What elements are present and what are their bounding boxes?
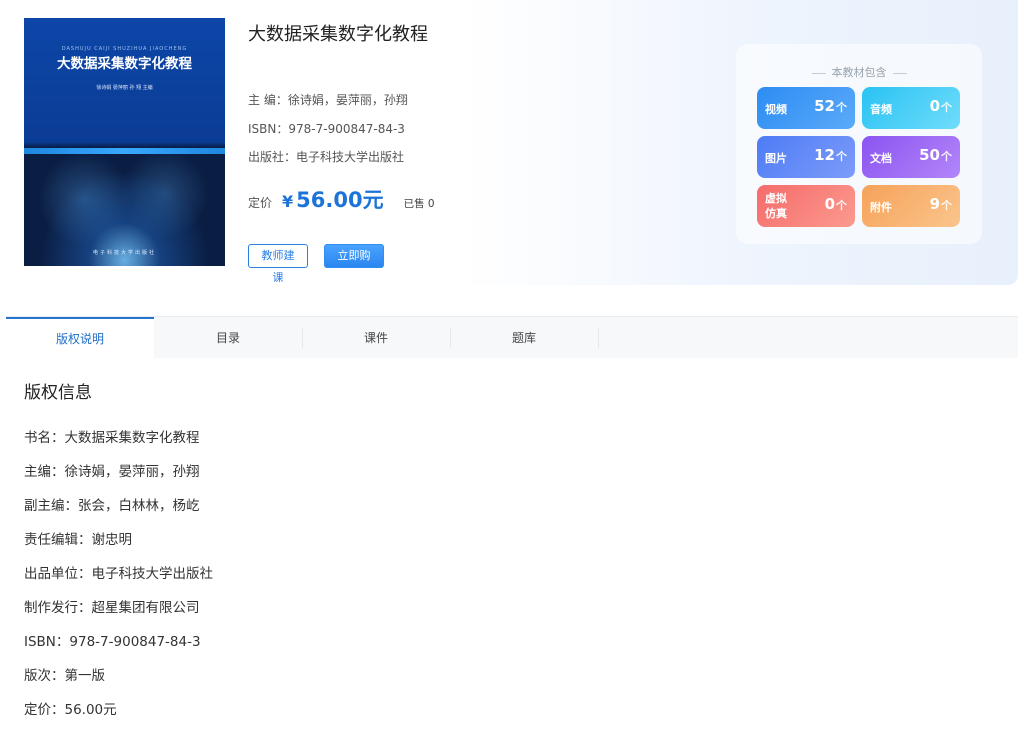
resource-attachment-tile[interactable]: 附件 9 个 [862,185,960,227]
copyright-heading: 版权信息 [24,383,92,403]
resource-unit: 个 [836,150,847,163]
price-label: 定价 [248,196,273,210]
info-responsible-editor: 责任编辑：谢忠明 [24,532,132,548]
book-cover-image[interactable]: DASHUJU CAIJI SHUZIHUA JIAOCHENG 大数据采集数字… [24,18,225,266]
sold-count: 已售 0 [403,198,435,210]
resources-panel: 本教材包含 视频 52 个 音频 0 个 图片 12 个 文档 50 个 虚拟仿… [736,44,982,244]
book-editors: 主 编：徐诗娟，晏萍丽，孙翔 [248,93,408,107]
tab-divider [598,328,599,348]
info-distributor: 制作发行：超星集团有限公司 [24,600,200,616]
tab-bar: 版权说明 目录 课件 题库 [6,316,1018,359]
resource-document-tile[interactable]: 文档 50 个 [862,136,960,178]
resource-count: 0 [824,195,835,213]
resource-video-tile[interactable]: 视频 52 个 [757,87,855,129]
resource-image-tile[interactable]: 图片 12 个 [757,136,855,178]
resource-label: 虚拟仿真 [765,192,787,220]
resource-count: 9 [929,195,940,213]
resource-unit: 个 [941,101,952,114]
info-editors: 主编：徐诗娟，晏萍丽，孙翔 [24,464,200,480]
tab-contents[interactable]: 目录 [154,317,302,359]
resource-unit: 个 [941,199,952,212]
info-book-name: 书名：大数据采集数字化教程 [24,430,200,446]
resource-label: 附件 [870,201,892,214]
resources-title: 本教材包含 [736,64,982,80]
resource-unit: 个 [836,199,847,212]
price-row: 定价 ¥ 56.00元 已售 0 [248,184,435,214]
resource-count: 0 [929,97,940,115]
info-edition: 版次：第一版 [24,668,105,684]
resource-label: 文档 [870,152,892,165]
resource-simulation-tile[interactable]: 虚拟仿真 0 个 [757,185,855,227]
tab-question-bank[interactable]: 题库 [450,317,598,359]
price-value: 56.00元 [296,188,384,212]
teacher-build-course-button[interactable]: 教师建课 [248,244,308,284]
info-producer: 出品单位：电子科技大学出版社 [24,566,213,582]
info-price: 定价：56.00元 [24,702,117,718]
copyright-panel: 版权信息 书名：大数据采集数字化教程 主编：徐诗娟，晏萍丽，孙翔 副主编：张会，… [6,358,1018,750]
info-isbn: ISBN：978-7-900847-84-3 [24,634,201,650]
book-header-card: DASHUJU CAIJI SHUZIHUA JIAOCHENG 大数据采集数字… [6,0,1018,285]
resource-label: 视频 [765,103,787,116]
book-isbn: ISBN：978-7-900847-84-3 [248,122,405,136]
info-deputy-editors: 副主编：张会，白林林，杨屹 [24,498,200,514]
book-publisher: 出版社：电子科技大学出版社 [248,150,405,164]
resource-count: 52 [814,97,835,115]
resource-count: 50 [919,146,940,164]
book-title: 大数据采集数字化教程 [248,24,428,45]
resource-label: 图片 [765,152,787,165]
tab-courseware[interactable]: 课件 [302,317,450,359]
cover-authors: 徐诗娟 晏萍丽 孙 翔 主编 [96,85,153,91]
resource-unit: 个 [836,101,847,114]
resource-audio-tile[interactable]: 音频 0 个 [862,87,960,129]
price-currency: ¥ [282,192,294,211]
tab-copyright[interactable]: 版权说明 [6,317,154,359]
cover-title: 大数据采集数字化教程 [57,56,192,72]
resource-count: 12 [814,146,835,164]
resource-unit: 个 [941,150,952,163]
buy-now-button[interactable]: 立即购买 [324,244,384,284]
resource-label: 音频 [870,103,892,116]
cover-publisher: 电子科技大学出版社 [92,250,156,256]
